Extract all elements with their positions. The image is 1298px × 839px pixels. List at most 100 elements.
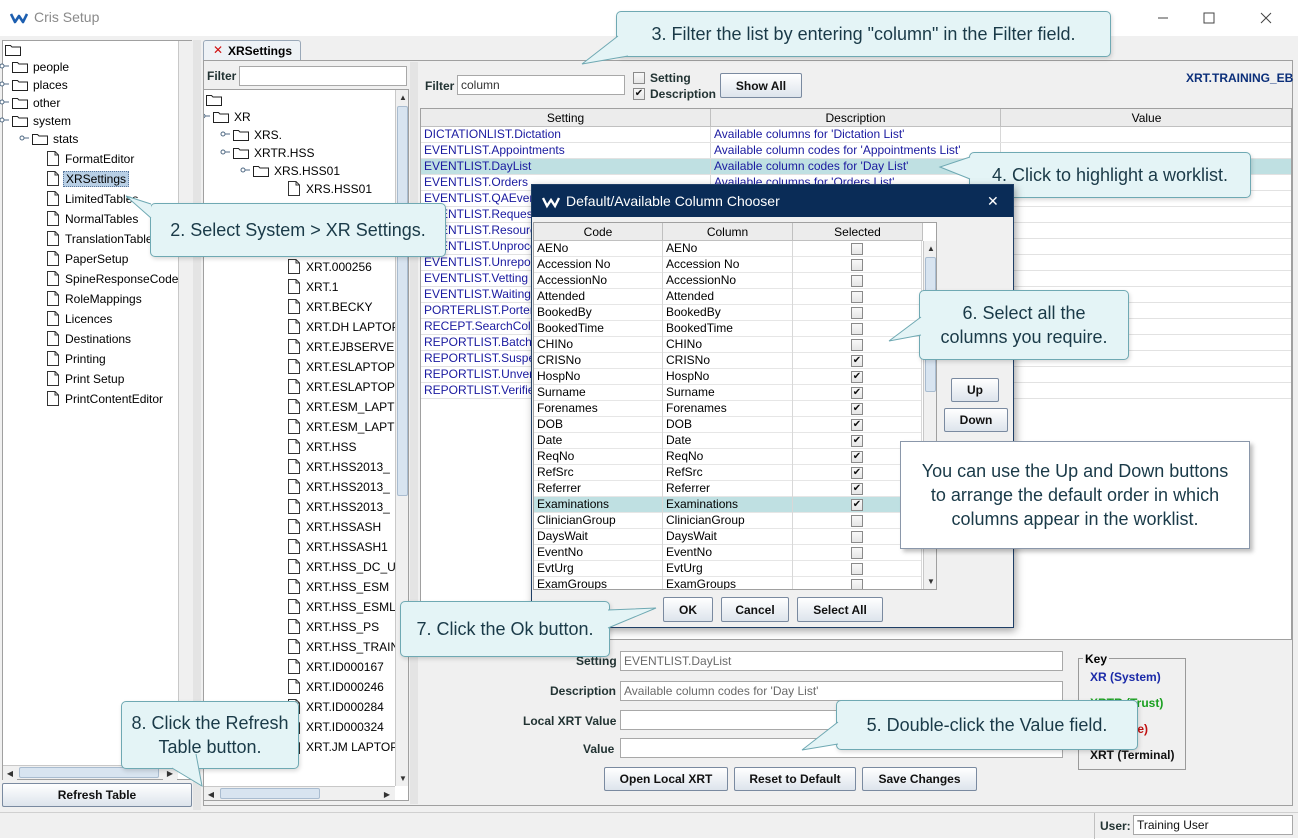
tree-item-stats[interactable]: stats (19, 130, 80, 148)
checked-checkbox[interactable]: ✔ (851, 387, 863, 399)
mid-splitter[interactable] (410, 62, 418, 804)
cancel-button[interactable]: Cancel (721, 597, 789, 622)
column-row[interactable]: DaysWait DaysWait (534, 529, 922, 545)
value-cell[interactable] (1001, 383, 1291, 398)
column-row[interactable]: ReqNo ReqNo ✔ (534, 449, 922, 465)
close-button[interactable] (1243, 0, 1289, 36)
tree-item-other[interactable]: other (0, 94, 62, 112)
checked-checkbox[interactable]: ✔ (851, 451, 863, 463)
settings-row[interactable]: DICTATIONLIST.Dictation Available column… (421, 127, 1291, 143)
mid-tree-item[interactable]: XRT.HSS_TRAIN (288, 638, 401, 656)
col-header-setting[interactable]: Setting (421, 109, 711, 127)
open-local-xrt-button[interactable]: Open Local XRT (604, 767, 728, 791)
checked-checkbox[interactable]: ✔ (851, 435, 863, 447)
description-checkbox[interactable]: ✔ (633, 88, 645, 100)
column-row[interactable]: EventNo EventNo (534, 545, 922, 561)
mid-tree-item[interactable]: XR (203, 108, 253, 126)
tab-xrsettings[interactable]: ✕ XRSettings (203, 40, 301, 60)
tree-node-icon[interactable] (240, 165, 250, 175)
checked-checkbox[interactable]: ✔ (851, 467, 863, 479)
tab-close-icon[interactable]: ✕ (213, 43, 223, 57)
value-cell[interactable] (1001, 271, 1291, 286)
left-tree-vscroll[interactable] (178, 41, 192, 765)
tree-node-icon[interactable] (0, 61, 9, 71)
tree-item-formateditor[interactable]: FormatEditor (47, 150, 136, 168)
mid-tree-item[interactable]: XRT.ESLAPTOP (288, 358, 397, 376)
dialog-close-icon[interactable]: ✕ (987, 193, 999, 210)
unchecked-checkbox[interactable] (851, 515, 863, 527)
mid-tree-item[interactable]: XRT.ID000167 (288, 658, 386, 676)
tree-item-xrsettings[interactable]: XRSettings (47, 170, 130, 188)
mid-tree-item[interactable]: XRT.1 (288, 278, 340, 296)
mid-vscroll-thumb[interactable] (397, 106, 408, 496)
mid-tree-item[interactable]: XRT.HSS2013_ (288, 478, 392, 496)
tree-item-print-setup[interactable]: Print Setup (47, 370, 126, 388)
column-row[interactable]: BookedBy BookedBy (534, 305, 922, 321)
tree-item-rolemappings[interactable]: RoleMappings (47, 290, 144, 308)
tree-node-icon[interactable] (19, 133, 29, 143)
column-row[interactable]: HospNo HospNo ✔ (534, 369, 922, 385)
mid-tree-item[interactable]: XRT.HSS_PS (288, 618, 381, 636)
value-cell[interactable] (1001, 223, 1291, 238)
column-row[interactable]: BookedTime BookedTime (534, 321, 922, 337)
save-changes-button[interactable]: Save Changes (862, 767, 977, 791)
up-button[interactable]: Up (951, 378, 999, 402)
tree-item-spineresponsecodes[interactable]: SpineResponseCodes (47, 270, 186, 288)
scroll-left-icon[interactable]: ◀ (3, 766, 17, 780)
mid-tree-item[interactable]: XRT.ID000284 (288, 698, 386, 716)
dlg-col-header-column[interactable]: Column (663, 223, 793, 241)
unchecked-checkbox[interactable] (851, 275, 863, 287)
ok-button[interactable]: OK (663, 597, 713, 622)
mid-tree-item[interactable]: XRT.000256 (288, 258, 374, 276)
column-row[interactable]: AccessionNo AccessionNo (534, 273, 922, 289)
mid-hscroll-thumb[interactable] (220, 788, 320, 799)
scroll-up-icon[interactable]: ▲ (924, 241, 936, 255)
column-row[interactable]: Referrer Referrer ✔ (534, 481, 922, 497)
column-row[interactable]: AENo AENo (534, 241, 922, 257)
tree-item-system[interactable]: system (0, 112, 73, 130)
value-cell[interactable] (1001, 239, 1291, 254)
column-row[interactable]: EvtUrg EvtUrg (534, 561, 922, 577)
mid-tree-item[interactable]: XRTR.HSS (220, 144, 316, 162)
unchecked-checkbox[interactable] (851, 339, 863, 351)
tree-node-icon[interactable] (220, 129, 230, 139)
scroll-down-icon[interactable]: ▼ (924, 574, 936, 588)
unchecked-checkbox[interactable] (851, 579, 863, 589)
setting-checkbox[interactable] (633, 72, 645, 84)
column-row[interactable]: Examinations Examinations ✔ (534, 497, 922, 513)
unchecked-checkbox[interactable] (851, 291, 863, 303)
maximize-button[interactable] (1186, 0, 1232, 36)
column-row[interactable]: Surname Surname ✔ (534, 385, 922, 401)
mid-tree-item[interactable]: XRS. (220, 126, 284, 144)
mid-tree-item[interactable]: XRT.HSSASH1 (288, 538, 390, 556)
mid-tree-item[interactable]: XRT.HSS (288, 438, 358, 456)
tree-item-destinations[interactable]: Destinations (47, 330, 133, 348)
tree-node-icon[interactable] (0, 115, 9, 125)
checked-checkbox[interactable]: ✔ (851, 483, 863, 495)
tree-item-places[interactable]: places (0, 76, 70, 94)
mid-tree-item[interactable]: XRT.HSS2013_ (288, 498, 392, 516)
dlg-col-header-code[interactable]: Code (534, 223, 663, 241)
mid-tree-item[interactable]: XRT.ID000324 (288, 718, 386, 736)
settings-filter-input[interactable]: column (457, 75, 625, 95)
mid-tree-item[interactable]: XRT.HSSASH (288, 518, 383, 536)
mid-tree-item[interactable]: XRT.ESM_LAPT (288, 418, 396, 436)
col-header-value[interactable]: Value (1001, 109, 1291, 127)
column-row[interactable]: Forenames Forenames ✔ (534, 401, 922, 417)
mid-tree-item[interactable]: XRT.HSS2013_ (288, 458, 392, 476)
column-row[interactable]: ExamGroups ExamGroups (534, 577, 922, 589)
tree-node-icon[interactable] (203, 111, 210, 121)
minimize-button[interactable] (1140, 0, 1186, 36)
mid-tree-item[interactable]: XRT.DH LAPTOP (288, 318, 402, 336)
column-row[interactable]: Attended Attended (534, 289, 922, 305)
column-row[interactable]: ClinicianGroup ClinicianGroup (534, 513, 922, 529)
tree-node-icon[interactable] (0, 97, 9, 107)
mid-tree-item[interactable]: XRT.JM LAPTOP (288, 738, 400, 756)
down-button[interactable]: Down (944, 408, 1008, 432)
column-row[interactable]: DOB DOB ✔ (534, 417, 922, 433)
value-cell[interactable] (1001, 255, 1291, 270)
value-cell[interactable] (1001, 207, 1291, 222)
checked-checkbox[interactable]: ✔ (851, 403, 863, 415)
tree-node-icon[interactable] (0, 79, 9, 89)
tree-item-printcontenteditor[interactable]: PrintContentEditor (47, 390, 165, 408)
